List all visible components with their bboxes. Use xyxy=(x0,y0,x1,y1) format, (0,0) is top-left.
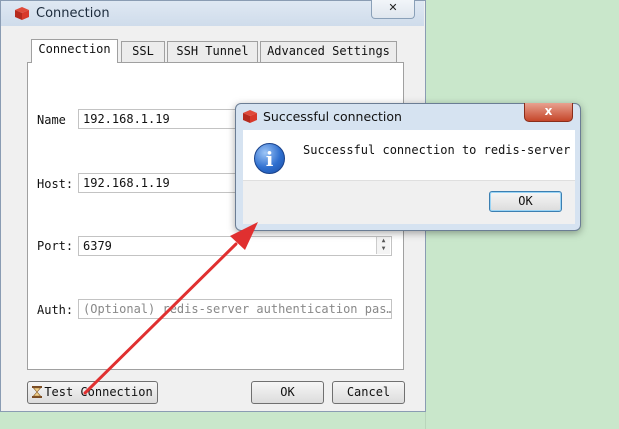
hourglass-icon xyxy=(32,384,43,398)
tab-ssh-tunnel[interactable]: SSH Tunnel xyxy=(167,41,258,62)
test-connection-label: Test Connection xyxy=(44,385,153,399)
close-button[interactable]: ✕ xyxy=(371,0,415,19)
info-icon: i xyxy=(254,143,285,174)
tab-connection[interactable]: Connection xyxy=(31,39,118,63)
cancel-button[interactable]: Cancel xyxy=(332,381,405,404)
host-label: Host: xyxy=(37,177,74,191)
ok-button[interactable]: OK xyxy=(251,381,324,404)
dialog-close-button[interactable]: x xyxy=(524,103,573,122)
dialog-redis-logo-icon xyxy=(243,110,257,123)
test-connection-button[interactable]: Test Connection xyxy=(27,381,158,404)
port-field[interactable]: 6379 xyxy=(78,236,392,256)
desktop-background-bottom xyxy=(0,410,425,429)
window-title: Connection xyxy=(36,6,110,21)
tab-advanced-settings[interactable]: Advanced Settings xyxy=(260,41,397,62)
auth-label: Auth: xyxy=(37,303,74,317)
tab-ssl[interactable]: SSL xyxy=(121,41,165,62)
dialog-ok-button[interactable]: OK xyxy=(489,191,562,212)
redis-logo-icon xyxy=(15,7,29,20)
auth-field[interactable]: (Optional) redis-server authentication p… xyxy=(78,299,392,319)
dialog-title: Successful connection xyxy=(263,109,402,124)
name-label: Name xyxy=(37,113,66,127)
port-spinner[interactable]: ▲ ▼ xyxy=(376,237,390,254)
dialog-message: Successful connection to redis-server xyxy=(303,143,571,157)
port-label: Port: xyxy=(37,239,74,253)
